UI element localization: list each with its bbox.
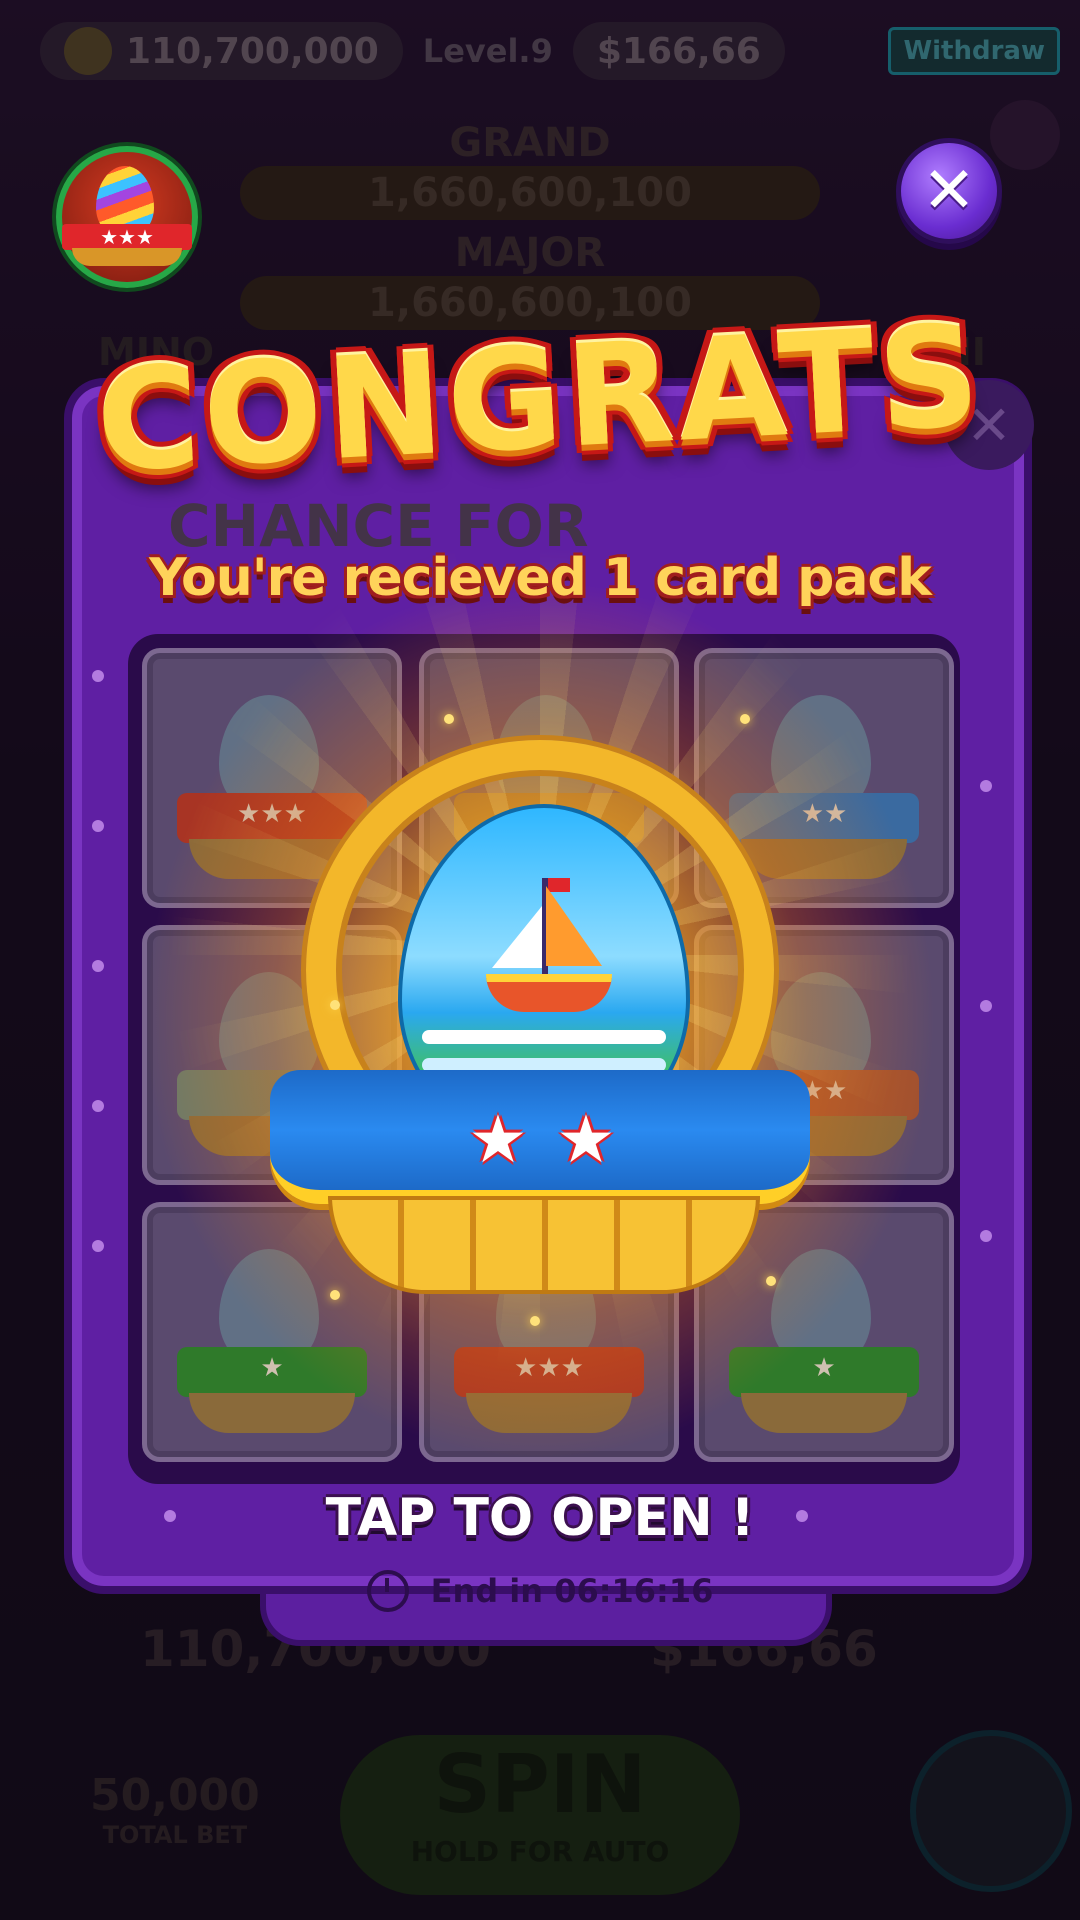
frame-dot [92,960,104,972]
event-timer: End in 06:16:16 [260,1570,820,1612]
timer-text: End in 06:16:16 [430,1572,714,1610]
frame-dot [980,780,992,792]
frame-dot [980,1000,992,1012]
basket-base [328,1196,760,1294]
tap-to-open-button[interactable]: TAP TO OPEN ! [0,1488,1080,1548]
star-icon: ★ [468,1101,528,1178]
wave-line [422,1030,666,1044]
egg-collection-badge[interactable]: ★★★ [56,146,198,288]
close-button[interactable]: ✕ [896,138,1002,244]
sparkle [330,1000,340,1010]
sparkle [740,714,750,724]
close-icon: ✕ [922,154,976,228]
reward-subtitle: You're recieved 1 card pack [149,548,932,608]
frame-dot [92,1100,104,1112]
frame-dot [980,1230,992,1242]
sparkle [530,1316,540,1326]
sailboat-icon [476,878,616,1012]
basket-cloth [270,1070,810,1204]
frame-dot [796,1510,808,1522]
basket-icon [72,248,182,266]
clock-icon [366,1570,409,1612]
sparkle [330,1290,340,1300]
frame-dot [164,1510,176,1522]
frame-dot [92,670,104,682]
star-icon: ★ [556,1101,616,1178]
reward-card-pack[interactable]: ★ ★ [270,740,810,1294]
frame-dot [92,820,104,832]
badge-stars: ★★★ [62,224,192,250]
sparkle [444,714,454,724]
sparkle [766,1276,776,1286]
frame-dot [92,1240,104,1252]
